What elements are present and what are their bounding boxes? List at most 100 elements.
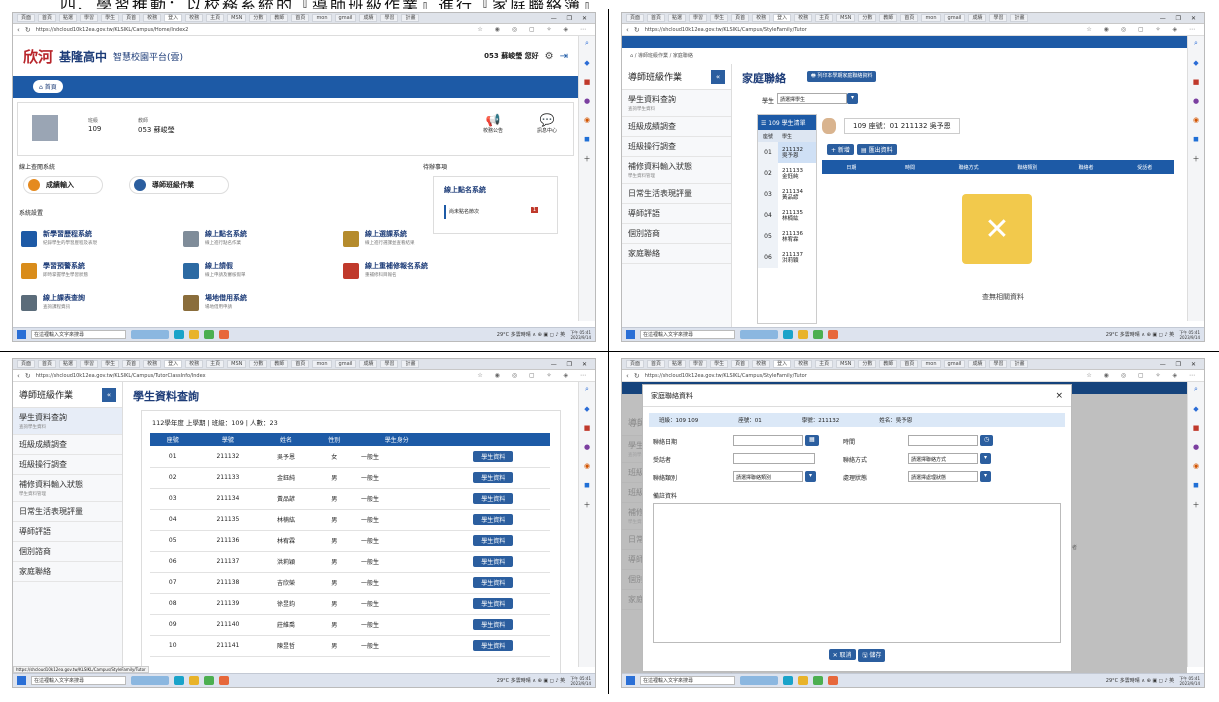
url-field[interactable]: https://shcloud10k12ea.gov.tw/KLSIKL/Cam… bbox=[645, 27, 975, 33]
refresh-icon[interactable]: ↻ bbox=[634, 26, 640, 34]
sidebar-outlook-icon[interactable]: ◼ bbox=[1193, 481, 1199, 489]
browser-tab[interactable]: 頁面 bbox=[626, 14, 645, 22]
student-detail-button[interactable]: 學生資料 bbox=[473, 472, 514, 483]
side-menu-item[interactable]: 導師評語 bbox=[13, 522, 122, 542]
browser-toolbar-icons[interactable]: ☆ ◉ ◎ ▢ ✧ ◈ ⋯ bbox=[477, 372, 591, 379]
clock[interactable]: 下午 05:41 2023/9/14 bbox=[1179, 676, 1200, 686]
browser-tab[interactable]: 首頁 bbox=[38, 14, 57, 22]
sidebar-tag-icon[interactable]: ◆ bbox=[584, 405, 589, 413]
browser-tab[interactable]: 學習 bbox=[80, 360, 99, 368]
browser-tab[interactable]: 教師 bbox=[879, 14, 898, 22]
student-detail-button[interactable]: 學生資料 bbox=[473, 450, 514, 462]
sidebar-tag-icon[interactable]: ◆ bbox=[1193, 405, 1198, 413]
sidebar-bag-icon[interactable]: ■ bbox=[584, 424, 591, 432]
browser-tab[interactable]: 點選 bbox=[59, 14, 78, 22]
side-menu-item[interactable]: 個別諮商 bbox=[13, 542, 122, 562]
browser-tab[interactable]: 登入 bbox=[773, 360, 792, 368]
browser-tab[interactable]: mon bbox=[312, 14, 332, 22]
tray-status[interactable]: 29°C 多雲時晴 ∧ ⊕ ▣ ◻ ♪ 英 bbox=[1106, 331, 1174, 338]
sidebar-office-icon[interactable]: ◉ bbox=[1193, 116, 1199, 124]
browser-tab[interactable]: 頁面 bbox=[17, 14, 36, 22]
chrome-icon[interactable] bbox=[813, 676, 823, 685]
clock[interactable]: 下午 05:41 2023/9/14 bbox=[570, 676, 591, 686]
browser-tab[interactable]: 首頁 bbox=[291, 360, 310, 368]
office-icon[interactable] bbox=[219, 330, 229, 339]
side-menu-item[interactable]: 日常生活表現評量 bbox=[622, 184, 731, 204]
save-button[interactable]: 🖫 儲存 bbox=[858, 649, 886, 662]
browser-tab[interactable]: 登入 bbox=[164, 14, 183, 22]
student-detail-button[interactable]: 學生資料 bbox=[473, 619, 514, 630]
student-detail-button[interactable]: 學生資料 bbox=[473, 493, 514, 504]
home-button[interactable]: ⌂ 首頁 bbox=[33, 80, 63, 93]
taskbar-search[interactable]: 在這裡輸入文字來搜尋 bbox=[640, 676, 735, 685]
side-menu-item[interactable]: 學生資料查詢查詢學生資料 bbox=[13, 408, 122, 435]
browser-tab[interactable]: 學習 bbox=[380, 14, 399, 22]
sidebar-search-icon[interactable]: ⌕ bbox=[585, 39, 589, 48]
tray-status[interactable]: 29°C 多雲時晴 ∧ ⊕ ▣ ◻ ♪ 英 bbox=[1106, 677, 1174, 684]
cancel-button[interactable]: ✕ 取消 bbox=[828, 649, 856, 660]
browser-tab[interactable]: MSN bbox=[836, 360, 856, 368]
receiver-input[interactable] bbox=[733, 453, 815, 464]
student-detail-button[interactable]: 學生資料 bbox=[473, 598, 514, 609]
taskbar-search[interactable]: 在這裡輸入文字來搜尋 bbox=[31, 330, 126, 339]
explorer-icon[interactable] bbox=[798, 330, 808, 339]
sidebar-plus-icon[interactable]: ＋ bbox=[1193, 154, 1200, 164]
browser-tab[interactable]: 校務 bbox=[752, 14, 771, 22]
browser-tab[interactable]: 頁首 bbox=[731, 14, 750, 22]
sidebar-search-icon[interactable]: ⌕ bbox=[585, 385, 589, 394]
url-field[interactable]: https://shcloud10k12ea.gov.tw/KLSIKL/Cam… bbox=[645, 373, 975, 379]
side-menu-item[interactable]: 日常生活表現評量 bbox=[13, 502, 122, 522]
browser-tab[interactable]: 學生 bbox=[710, 14, 729, 22]
browser-tab[interactable]: 首頁 bbox=[900, 14, 919, 22]
side-menu-item[interactable]: 補修資料輸入狀態學生資料管理 bbox=[622, 157, 731, 184]
browser-tab[interactable]: MSN bbox=[227, 14, 247, 22]
student-detail-button[interactable]: 學生資料 bbox=[473, 535, 514, 546]
sidebar-plus-icon[interactable]: ＋ bbox=[584, 154, 591, 164]
tray-status[interactable]: 29°C 多雲時晴 ∧ ⊕ ▣ ◻ ♪ 英 bbox=[497, 331, 565, 338]
browser-tab[interactable]: 分數 bbox=[858, 14, 877, 22]
sidebar-plus-icon[interactable]: ＋ bbox=[1193, 500, 1200, 510]
sidebar-person-icon[interactable]: ● bbox=[584, 97, 590, 105]
edge-icon[interactable] bbox=[174, 676, 184, 685]
side-menu-item[interactable]: 班級操行調查 bbox=[622, 137, 731, 157]
browser-toolbar-icons[interactable]: ☆ ◉ ◎ ▢ ✧ ◈ ⋯ bbox=[1086, 372, 1200, 379]
browser-toolbar-icons[interactable]: ☆ ◉ ◎ ▢ ✧ ◈ ⋯ bbox=[1086, 26, 1200, 33]
system-link[interactable]: 新學習歷程系統 紀錄學生的學習歷程及表現 bbox=[21, 226, 171, 252]
browser-tab[interactable]: 教師 bbox=[879, 360, 898, 368]
window-controls[interactable]: — ❐ ✕ bbox=[551, 15, 595, 22]
office-icon[interactable] bbox=[828, 676, 838, 685]
student-row[interactable]: 03 211134 黃品諺 bbox=[758, 184, 816, 205]
sidebar-bag-icon[interactable]: ■ bbox=[584, 78, 591, 86]
sidebar-person-icon[interactable]: ● bbox=[1193, 97, 1199, 105]
date-input[interactable] bbox=[733, 435, 803, 446]
browser-tab[interactable]: 首頁 bbox=[647, 360, 666, 368]
student-row[interactable]: 05 211136 林宥霖 bbox=[758, 226, 816, 247]
browser-tab[interactable]: 校務 bbox=[143, 360, 162, 368]
user-settings-icon[interactable]: ⚙ bbox=[545, 51, 554, 62]
browser-tab[interactable]: 登入 bbox=[773, 14, 792, 22]
system-link[interactable]: 線上點名系統 線上進行點名作業 bbox=[183, 226, 333, 252]
browser-tab[interactable]: 分數 bbox=[249, 360, 268, 368]
browser-tab[interactable]: 分數 bbox=[858, 360, 877, 368]
browser-tab[interactable]: 計畫 bbox=[1010, 360, 1029, 368]
browser-tab[interactable]: 計畫 bbox=[401, 360, 420, 368]
windows-start-icon[interactable] bbox=[626, 330, 635, 339]
browser-tab[interactable]: gmail bbox=[334, 360, 357, 368]
browser-tab[interactable]: 校務 bbox=[794, 360, 813, 368]
sidebar-outlook-icon[interactable]: ◼ bbox=[584, 481, 590, 489]
back-icon[interactable]: ‹ bbox=[626, 26, 629, 34]
chrome-icon[interactable] bbox=[204, 676, 214, 685]
browser-tab[interactable]: 學習 bbox=[989, 14, 1008, 22]
student-select[interactable]: 請選擇學生 bbox=[777, 93, 847, 104]
browser-tab[interactable]: 計畫 bbox=[1010, 14, 1029, 22]
browser-tab[interactable]: 頁面 bbox=[17, 360, 36, 368]
browser-tab[interactable]: 學生 bbox=[101, 14, 120, 22]
side-menu-item[interactable]: 班級成績調查 bbox=[13, 435, 122, 455]
browser-tab[interactable]: 頁首 bbox=[122, 360, 141, 368]
browser-tab[interactable]: 點選 bbox=[668, 360, 687, 368]
edge-icon[interactable] bbox=[783, 330, 793, 339]
sidebar-plus-icon[interactable]: ＋ bbox=[584, 500, 591, 510]
browser-tab[interactable]: 學生 bbox=[101, 360, 120, 368]
browser-tab[interactable]: 登入 bbox=[164, 360, 183, 368]
method-select[interactable]: 請選擇聯絡方式 bbox=[908, 453, 978, 464]
